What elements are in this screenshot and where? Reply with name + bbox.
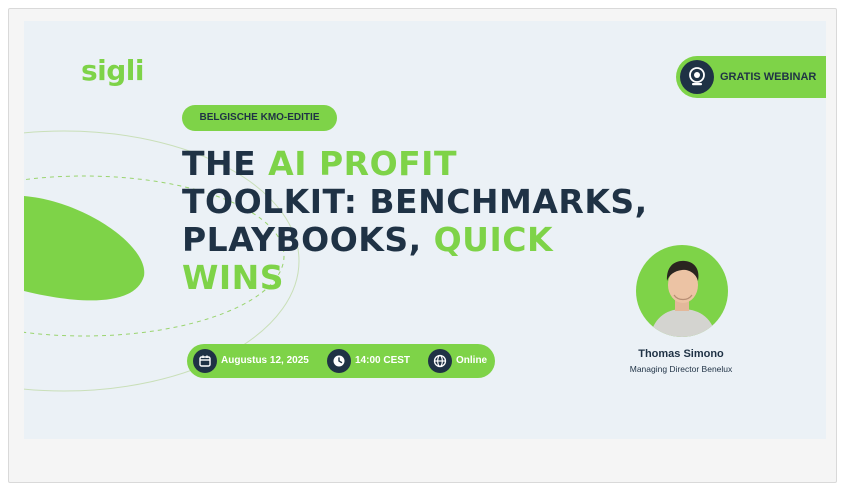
title-highlight: QUICK [433,220,554,259]
title-part: THE [182,144,269,183]
speaker-role: Managing Director Benelux [629,364,733,374]
webinar-banner: sigli GRATIS WEBINAR BELGISCHE KMO-EDITI… [24,21,826,439]
webcam-icon [680,60,714,94]
title-highlight: AI PROFIT [268,144,457,183]
gratis-webinar-label: GRATIS WEBINAR [720,71,817,83]
title-highlight: WINS [182,258,285,297]
speaker-photo [636,245,728,337]
event-date: Augustus 12, 2025 [221,355,309,366]
event-time: 14:00 CEST [355,355,411,366]
sigli-logo: sigli [81,54,145,87]
event-details-bar: Augustus 12, 2025 14:00 CEST Online [187,344,495,378]
title-part: TOOLKIT: BENCHMARKS, [182,182,648,221]
speaker-name: Thomas Simono [638,348,724,360]
clock-icon [327,349,351,373]
page-frame: sigli GRATIS WEBINAR BELGISCHE KMO-EDITI… [8,8,837,483]
globe-icon [428,349,452,373]
gratis-webinar-badge: GRATIS WEBINAR [676,56,826,98]
event-location: Online [456,355,488,366]
title-part: PLAYBOOKS, [182,220,434,259]
calendar-icon [193,349,217,373]
green-blob-shape [24,196,145,301]
edition-badge: BELGISCHE KMO-EDITIE [182,105,337,131]
